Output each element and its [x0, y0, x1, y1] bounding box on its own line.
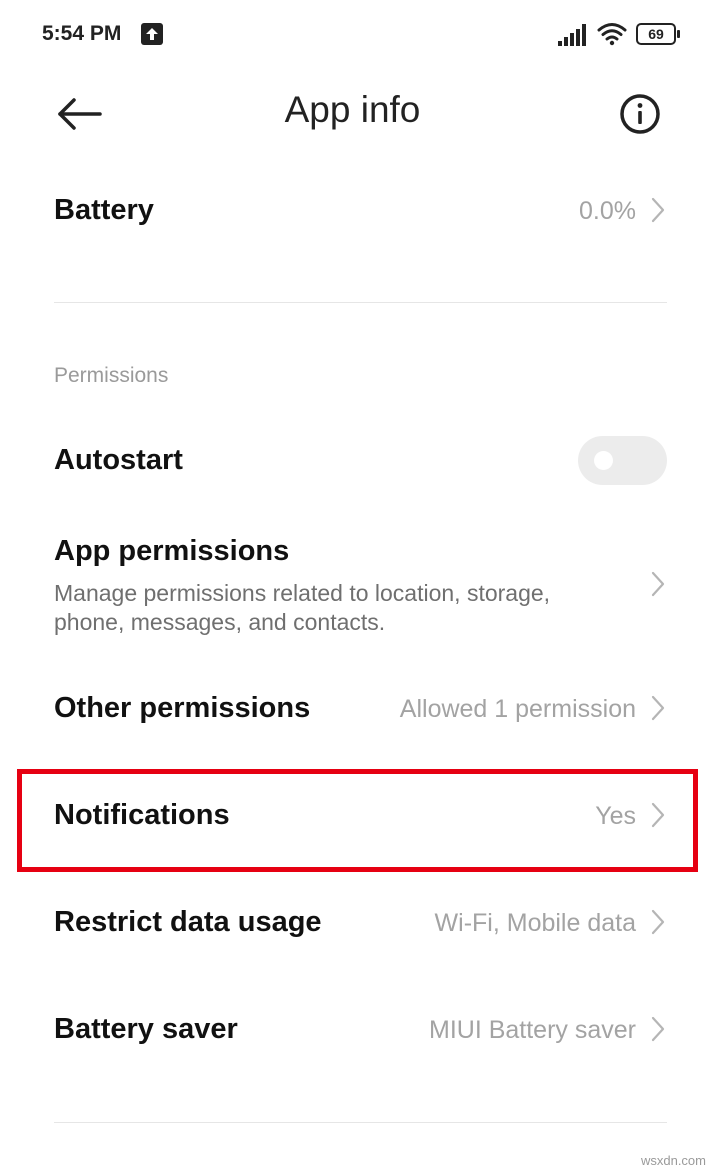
info-button[interactable] [618, 92, 662, 136]
watermark: wsxdn.com [640, 1153, 706, 1168]
battery-row-title: Battery [54, 194, 154, 226]
chevron-right-icon [651, 571, 665, 597]
app-permissions-row-title: App permissions [54, 535, 290, 567]
highlight-box [17, 769, 698, 872]
chevron-right-icon [651, 197, 665, 223]
other-permissions-row-title: Other permissions [54, 692, 311, 724]
toggle-knob [594, 451, 613, 470]
battery-row[interactable]: Battery 0.0% [0, 170, 720, 250]
status-bar: 5:54 PM 69 [0, 0, 720, 70]
app-bar: App info [0, 70, 720, 160]
other-permissions-row[interactable]: Other permissions Allowed 1 permission [0, 670, 720, 750]
autostart-toggle[interactable] [578, 436, 667, 485]
battery-level: 69 [648, 26, 664, 42]
restrict-data-usage-row[interactable]: Restrict data usage Wi-Fi, Mobile data [0, 884, 720, 964]
app-info-screen: 5:54 PM 69 App info Battery 0.0% Permiss… [0, 0, 720, 1176]
wifi-icon [597, 23, 627, 46]
app-permissions-row-subtitle-line1: Manage permissions related to location, … [54, 580, 551, 606]
section-label-permissions: Permissions [54, 364, 169, 387]
chevron-right-icon [651, 909, 665, 935]
app-permissions-row-subtitle-line2: phone, messages, and contacts. [54, 609, 386, 635]
battery-saver-row-value: MIUI Battery saver [429, 1016, 636, 1044]
other-permissions-row-value: Allowed 1 permission [399, 695, 636, 723]
signal-icon [558, 24, 586, 46]
chevron-right-icon [651, 695, 665, 721]
battery-saver-row-title: Battery saver [54, 1013, 238, 1045]
upload-icon [141, 23, 163, 45]
divider [54, 1122, 667, 1123]
divider [54, 302, 667, 303]
battery-icon: 69 [636, 23, 682, 45]
battery-row-value: 0.0% [579, 197, 636, 225]
app-permissions-row[interactable]: App permissions Manage permissions relat… [0, 520, 720, 650]
autostart-row-title: Autostart [54, 444, 183, 476]
status-time: 5:54 PM [42, 22, 122, 45]
restrict-data-usage-row-title: Restrict data usage [54, 906, 322, 938]
page-title: App info [284, 89, 421, 130]
info-circle-icon [620, 94, 660, 134]
battery-saver-row[interactable]: Battery saver MIUI Battery saver [0, 991, 720, 1071]
restrict-data-usage-row-value: Wi-Fi, Mobile data [434, 909, 636, 937]
chevron-right-icon [651, 1016, 665, 1042]
